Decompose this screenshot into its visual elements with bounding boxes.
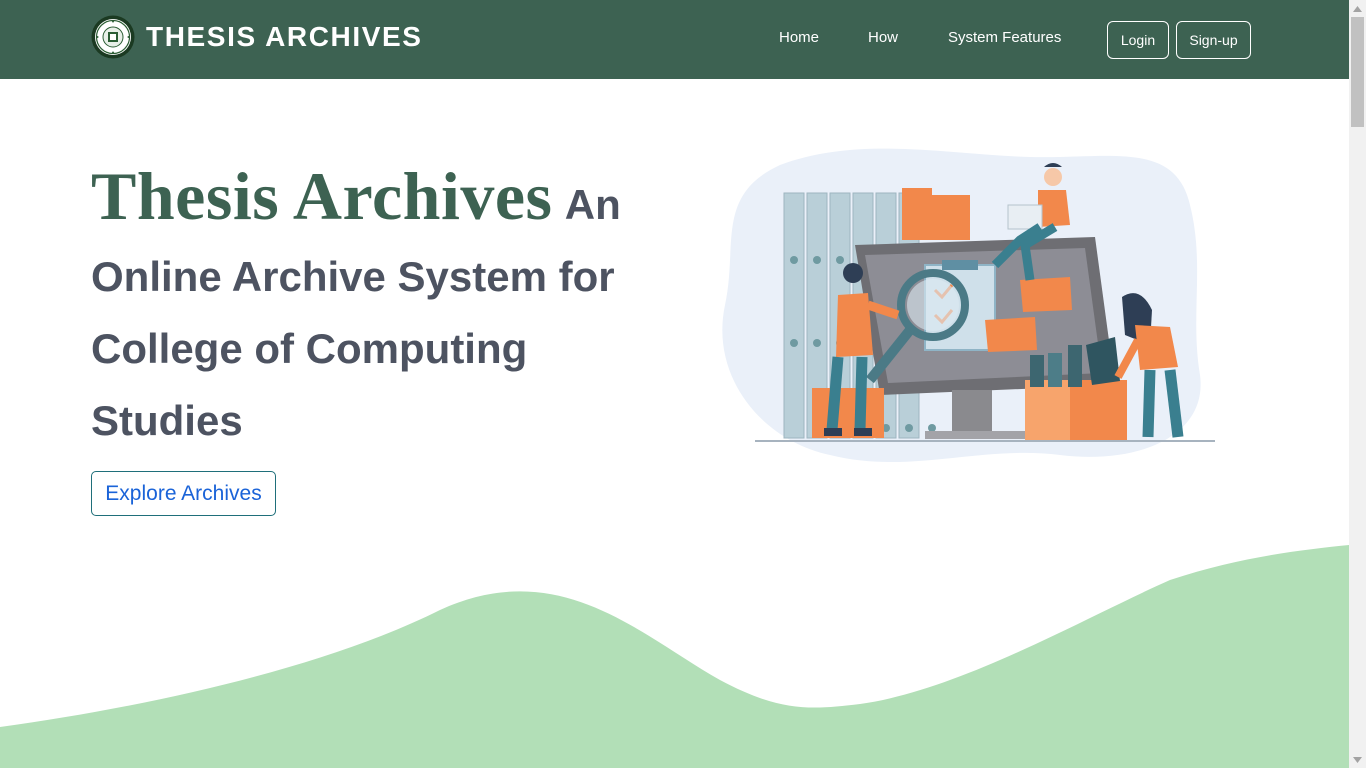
hero-line-3: College of Computing	[91, 325, 528, 372]
signup-button-label: Sign-up	[1189, 32, 1238, 48]
archive-illustration-icon	[722, 148, 1215, 463]
top-navbar: THESIS ARCHIVES Home How System Features…	[0, 0, 1349, 79]
brand[interactable]: THESIS ARCHIVES	[91, 14, 423, 60]
hero-line-2: Online Archive System for	[91, 253, 615, 300]
login-button-label: Login	[1120, 32, 1156, 48]
page-scrollbar[interactable]	[1349, 0, 1366, 768]
nav-link-home[interactable]: Home	[779, 29, 819, 46]
hero-line-1: An	[564, 181, 621, 228]
nav-link-system-features[interactable]: System Features	[948, 29, 1061, 46]
brand-title: THESIS ARCHIVES	[146, 21, 423, 52]
nav-link-how[interactable]: How	[868, 29, 898, 46]
college-seal-logo-icon	[91, 15, 135, 59]
signup-button[interactable]: Sign-up	[1176, 21, 1251, 59]
hero-wave	[0, 545, 1349, 768]
page: THESIS ARCHIVES Home How System Features…	[0, 0, 1349, 768]
login-button[interactable]: Login	[1107, 21, 1169, 59]
hero-heading: Thesis Archives An Online Archive System…	[91, 160, 691, 457]
scroll-down-arrow-icon[interactable]	[1349, 751, 1366, 768]
hero-brand-title: Thesis Archives	[91, 158, 553, 234]
scroll-up-arrow-icon[interactable]	[1349, 0, 1366, 17]
scrollbar-thumb[interactable]	[1351, 17, 1364, 127]
explore-archives-button[interactable]: Explore Archives	[91, 471, 276, 516]
hero-line-4: Studies	[91, 397, 243, 444]
explore-archives-label: Explore Archives	[105, 481, 262, 505]
